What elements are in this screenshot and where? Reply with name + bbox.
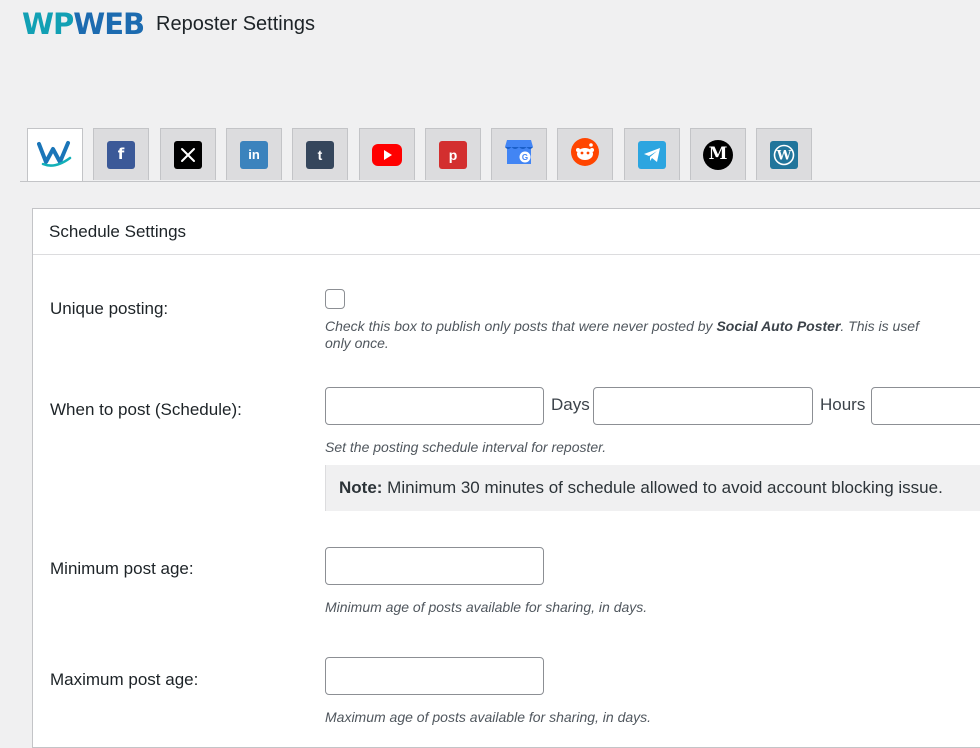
schedule-label: When to post (Schedule):	[50, 400, 242, 419]
tab-telegram[interactable]	[624, 128, 680, 180]
unique-posting-description-line2: only once.	[325, 335, 389, 351]
tab-tumblr[interactable]: t	[292, 128, 348, 180]
schedule-minutes-input[interactable]	[871, 387, 980, 425]
linkedin-icon: in	[240, 140, 268, 169]
tab-x-twitter[interactable]	[160, 128, 216, 180]
x-icon	[174, 140, 202, 169]
schedule-settings-panel: Schedule Settings Unique posting: Check …	[32, 208, 980, 748]
unique-posting-checkbox[interactable]	[325, 289, 345, 309]
youtube-icon	[372, 143, 402, 166]
tab-youtube[interactable]	[359, 128, 415, 180]
telegram-icon	[638, 140, 666, 169]
schedule-days-input[interactable]	[325, 387, 544, 425]
tab-wpweb[interactable]	[27, 128, 83, 181]
min-post-age-input[interactable]	[325, 547, 544, 585]
unique-posting-label: Unique posting:	[50, 299, 169, 318]
max-post-age-label: Maximum post age:	[50, 670, 199, 689]
schedule-description: Set the posting schedule interval for re…	[325, 439, 607, 455]
min-post-age-label: Minimum post age:	[50, 559, 194, 578]
schedule-hours-unit: Hours	[820, 395, 866, 414]
network-tabs: f in t p G M W	[20, 128, 980, 182]
reddit-icon	[570, 137, 600, 172]
tumblr-icon: t	[306, 140, 334, 169]
panel-title: Schedule Settings	[49, 222, 187, 241]
tab-facebook[interactable]: f	[93, 128, 149, 180]
max-post-age-input[interactable]	[325, 657, 544, 695]
schedule-days-unit: Days	[551, 395, 590, 414]
schedule-hours-input[interactable]	[593, 387, 813, 425]
tab-linkedin[interactable]: in	[226, 128, 282, 180]
page-title: Reposter Settings	[156, 13, 315, 35]
tab-wordpress[interactable]: W	[756, 128, 812, 180]
svg-text:G: G	[522, 153, 528, 162]
tab-google-business[interactable]: G	[491, 128, 547, 180]
tab-reddit[interactable]	[557, 128, 613, 180]
panel-header: Schedule Settings	[33, 209, 980, 255]
google-business-icon: G	[504, 138, 534, 171]
schedule-note: Note: Minimum 30 minutes of schedule all…	[325, 465, 980, 511]
svg-text:W: W	[776, 148, 792, 163]
wpweb-logo-icon	[37, 138, 73, 173]
wordpress-icon: W	[770, 140, 798, 169]
medium-icon: M	[703, 139, 733, 170]
wpweb-logo: WPWEB	[22, 7, 145, 41]
pinterest-icon: p	[439, 140, 467, 169]
facebook-icon: f	[107, 140, 135, 169]
tab-medium[interactable]: M	[690, 128, 746, 180]
unique-posting-description: Check this box to publish only posts tha…	[325, 318, 919, 334]
max-post-age-description: Maximum age of posts available for shari…	[325, 709, 652, 725]
tab-pinterest[interactable]: p	[425, 128, 481, 180]
min-post-age-description: Minimum age of posts available for shari…	[325, 599, 648, 615]
